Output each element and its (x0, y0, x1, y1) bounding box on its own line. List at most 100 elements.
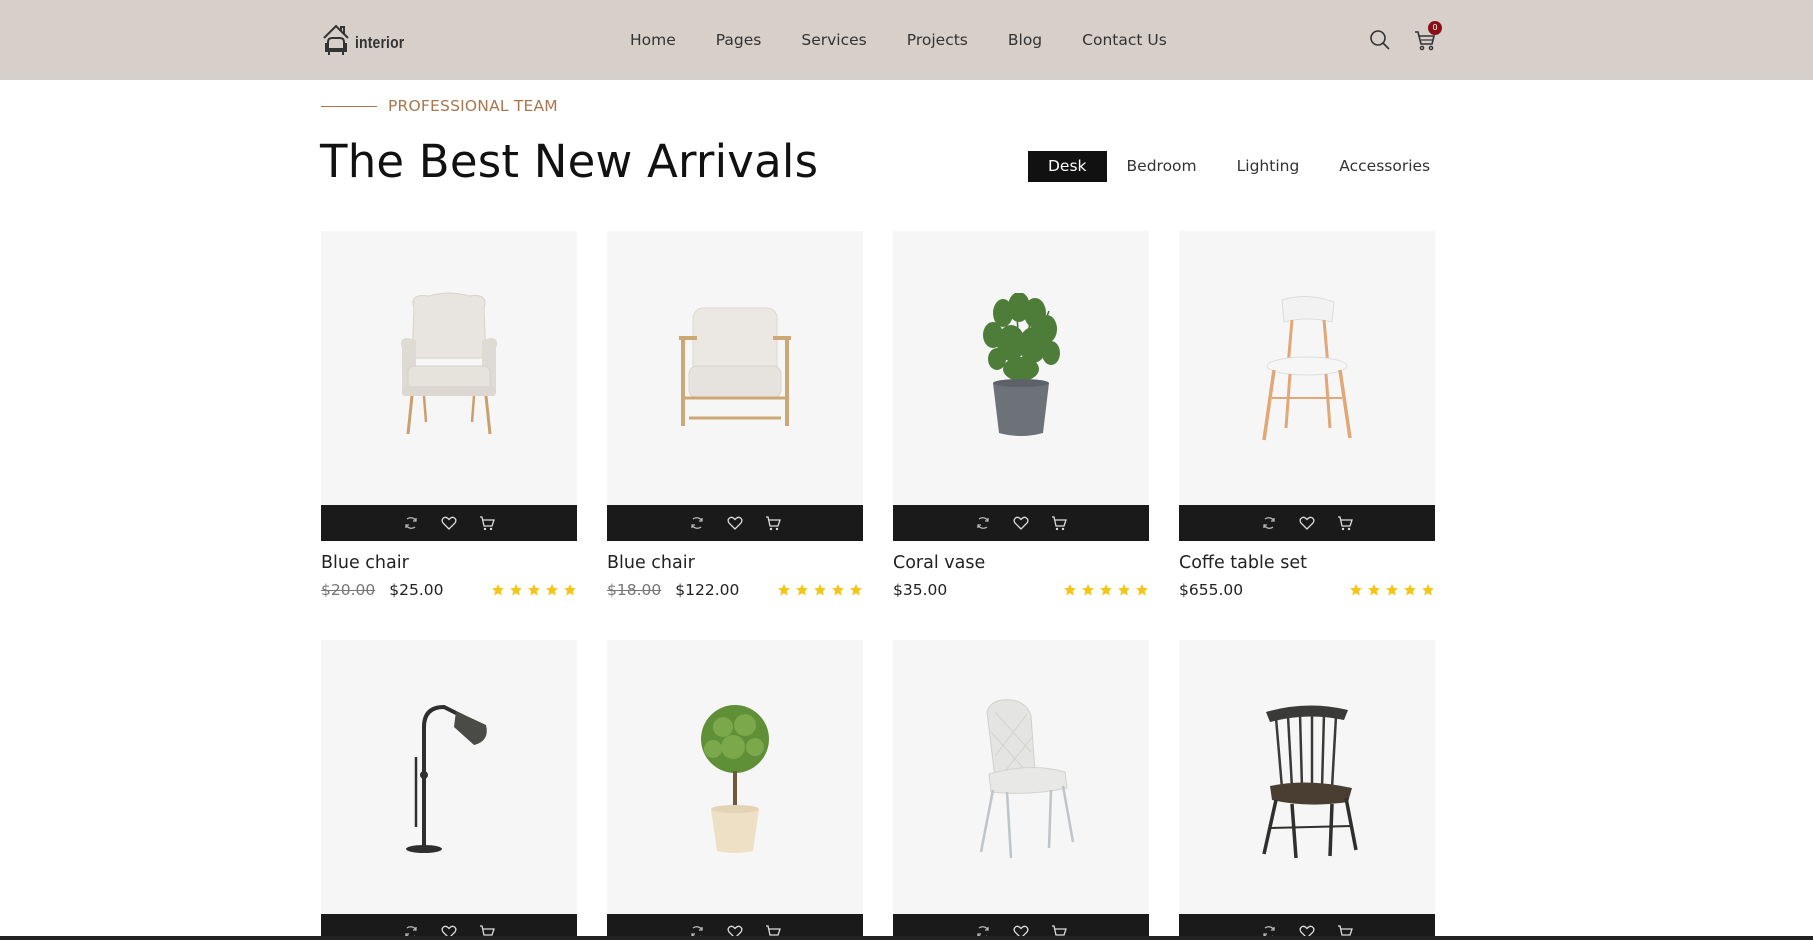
potted-plant-image (983, 293, 1060, 436)
product-name[interactable]: Coffe table set (1179, 553, 1435, 573)
star-icon (1350, 584, 1362, 596)
cart-icon[interactable] (478, 514, 496, 532)
star-icon (528, 584, 540, 596)
bottom-edge-line (0, 936, 1813, 940)
product-image[interactable] (607, 640, 863, 914)
product-actions-bar (607, 505, 863, 541)
heart-icon[interactable] (1298, 514, 1316, 532)
floor-lamp-image (406, 704, 487, 853)
product-old-price: $20.00 (321, 581, 376, 599)
product-image[interactable] (893, 640, 1149, 914)
product-card[interactable] (893, 640, 1149, 940)
product-price: $655.00 (1179, 581, 1244, 599)
star-icon (510, 584, 522, 596)
star-icon (814, 584, 826, 596)
star-icon (832, 584, 844, 596)
product-prices: $655.00 (1179, 581, 1243, 599)
product-image[interactable] (1179, 640, 1435, 914)
nav-item-services[interactable]: Services (801, 31, 866, 49)
heart-icon[interactable] (726, 514, 744, 532)
refresh-icon[interactable] (1260, 514, 1278, 532)
filter-tab-lighting[interactable]: Lighting (1217, 151, 1320, 182)
refresh-icon[interactable] (402, 514, 420, 532)
star-icon (1404, 584, 1416, 596)
eyebrow-divider (321, 105, 377, 107)
star-icon (1422, 584, 1434, 596)
product-image[interactable] (321, 640, 577, 914)
refresh-icon[interactable] (688, 514, 706, 532)
product-price: $122.00 (675, 581, 740, 599)
filter-tab-bedroom[interactable]: Bedroom (1107, 151, 1217, 182)
product-card[interactable]: Coffe table set $655.00 (1179, 231, 1435, 599)
product-price: $35.00 (893, 581, 948, 599)
product-card[interactable]: Blue chair $20.00 $25.00 (321, 231, 577, 599)
product-card[interactable] (607, 640, 863, 940)
product-image[interactable] (321, 231, 577, 505)
product-rating (1063, 583, 1149, 597)
star-icon (1082, 584, 1094, 596)
filter-tab-desk[interactable]: Desk (1028, 151, 1107, 182)
star-icon (796, 584, 808, 596)
section-eyebrow: PROFESSIONAL TEAM (321, 97, 558, 115)
product-card[interactable] (1179, 640, 1435, 940)
star-icon (492, 584, 504, 596)
product-image[interactable] (1179, 231, 1435, 505)
star-icon (564, 584, 576, 596)
windsor-chair-image (1262, 705, 1358, 859)
product-actions-bar (321, 505, 577, 541)
product-prices: $35.00 (893, 581, 947, 599)
star-icon (1386, 584, 1398, 596)
product-name[interactable]: Blue chair (321, 553, 577, 573)
eyebrow-text: PROFESSIONAL TEAM (388, 97, 558, 115)
product-card[interactable]: Coral vase $35.00 (893, 231, 1149, 599)
product-actions-bar (1179, 505, 1435, 541)
product-rating (491, 583, 577, 597)
star-icon (1118, 584, 1130, 596)
main-nav: Home Pages Services Projects Blog Contac… (610, 0, 1187, 80)
nav-item-blog[interactable]: Blog (1008, 31, 1042, 49)
product-card[interactable] (321, 640, 577, 940)
product-meta: $35.00 (893, 581, 1149, 599)
star-icon (778, 584, 790, 596)
star-icon (850, 584, 862, 596)
site-header: interior Home Pages Services Projects Bl… (0, 0, 1813, 80)
house-logo-icon (323, 24, 349, 55)
star-icon (1368, 584, 1380, 596)
product-prices: $20.00 $25.00 (321, 581, 444, 599)
product-rating (777, 583, 863, 597)
nav-item-pages[interactable]: Pages (716, 31, 762, 49)
wood-frame-armchair-image (679, 307, 791, 426)
product-image[interactable] (607, 231, 863, 505)
product-name[interactable]: Coral vase (893, 553, 1149, 573)
nav-item-home[interactable]: Home (630, 31, 676, 49)
wingback-armchair-image (400, 292, 498, 435)
nav-item-projects[interactable]: Projects (907, 31, 968, 49)
section-title: The Best New Arrivals (320, 135, 819, 188)
nav-item-contact-us[interactable]: Contact Us (1082, 31, 1167, 49)
logo[interactable]: interior (321, 20, 415, 60)
filter-tab-accessories[interactable]: Accessories (1319, 151, 1450, 182)
heart-icon[interactable] (440, 514, 458, 532)
cart-icon[interactable] (764, 514, 782, 532)
star-icon (546, 584, 558, 596)
cart-icon[interactable] (1336, 514, 1354, 532)
logo-text: interior (355, 33, 405, 52)
refresh-icon[interactable] (974, 514, 992, 532)
heart-icon[interactable] (1012, 514, 1030, 532)
quilted-chair-image (979, 699, 1075, 859)
star-icon (1136, 584, 1148, 596)
product-meta: $655.00 (1179, 581, 1435, 599)
topiary-tree-image (701, 705, 769, 853)
product-name[interactable]: Blue chair (607, 553, 863, 573)
product-meta: $20.00 $25.00 (321, 581, 577, 599)
product-old-price: $18.00 (607, 581, 662, 599)
cart-count-badge: 0 (1428, 21, 1442, 35)
search-icon[interactable] (1368, 28, 1392, 52)
star-icon (1100, 584, 1112, 596)
product-card[interactable]: Blue chair $18.00 $122.00 (607, 231, 863, 599)
filter-tabs: Desk Bedroom Lighting Accessories (1028, 151, 1450, 182)
cart-icon[interactable] (1050, 514, 1068, 532)
product-image[interactable] (893, 231, 1149, 505)
product-prices: $18.00 $122.00 (607, 581, 739, 599)
star-icon (1064, 584, 1076, 596)
